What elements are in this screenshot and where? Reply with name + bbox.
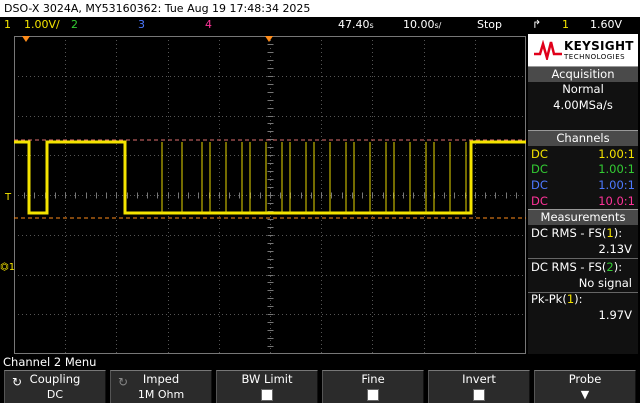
trigger-level-marker[interactable]: T [5,192,11,203]
ch1-pulse-edges [161,142,467,213]
ch1-number[interactable]: 1 [4,17,11,33]
menu-name: Channel 2 Menu [3,355,97,369]
run-state[interactable]: Stop [477,17,502,33]
channel-row-1: DC 1.00:1 [531,147,635,161]
softkey-invert[interactable]: Invert [428,370,530,403]
acquisition-rate: 4.00MSa/s [553,98,613,112]
trigger-position-marker [22,36,30,42]
graticule-ticks [14,36,517,347]
keysight-logo: KEYSIGHT TECHNOLOGIES [528,34,638,66]
submenu-arrow-icon: ▼ [580,388,590,401]
channel-row-3: DC 1.00:1 [531,178,635,192]
measurement-3-label: Pk-Pk(1): [531,292,583,306]
keysight-wave-icon [534,40,562,60]
bw-limit-checkbox[interactable] [261,389,273,401]
softkey-probe[interactable]: Probe ▼ [534,370,636,403]
channel-markers: T ⏣1 [0,36,15,354]
waveform-svg [14,36,526,354]
softkey-coupling[interactable]: ↻ Coupling DC [4,370,106,403]
measurement-3-value: 1.97V [598,308,632,322]
measurement-2-value: No signal [578,276,632,290]
measurements-title: Measurements [528,209,638,225]
title-text: DSO-X 3024A, MY53160362: Tue Aug 19 17:4… [4,2,311,15]
time-offset[interactable]: 47.40s [338,17,374,34]
logo-brand: KEYSIGHT [564,39,634,53]
title-bar: DSO-X 3024A, MY53160362: Tue Aug 19 17:4… [0,0,640,17]
acquisition-title: Acquisition [528,66,638,82]
time-scale[interactable]: 10.00s/ [403,17,441,34]
ch2-number[interactable]: 2 [71,17,78,33]
softkey-fine[interactable]: Fine [322,370,424,403]
ch4-number[interactable]: 4 [205,17,212,33]
measurement-2-label: DC RMS - FS(2): [531,260,623,274]
ch1-scale[interactable]: 1.00V/ [24,17,60,33]
measurement-1-value: 2.13V [598,242,632,256]
channel-row-2: DC 1.00:1 [531,162,635,176]
measurement-1-label: DC RMS - FS(1): [531,226,623,240]
ch3-number[interactable]: 3 [138,17,145,33]
fine-checkbox[interactable] [367,389,379,401]
trigger-edge-icon: ↱ [532,18,542,31]
acquisition-mode: Normal [562,82,604,96]
channels-title: Channels [528,130,638,146]
logo-sub: TECHNOLOGIES [564,53,626,61]
status-bar: 1 1.00V/ 2 3 4 47.40s 10.00s/ Stop ↱ 1 1… [0,17,640,33]
softkey-bw-limit[interactable]: BW Limit [216,370,318,403]
softkey-imped[interactable]: ↻ Imped 1M Ohm [110,370,212,403]
info-panel: KEYSIGHT TECHNOLOGIES Acquisition Normal… [528,34,638,354]
invert-checkbox[interactable] [473,389,485,401]
trigger-channel[interactable]: 1 [562,17,569,33]
time-reference-marker [265,36,273,42]
waveform-display[interactable] [14,36,526,354]
channel-row-4: DC 10.0:1 [531,194,635,208]
trigger-level[interactable]: 1.60V [590,17,622,33]
ch1-ground-marker[interactable]: ⏣1 [0,262,15,273]
